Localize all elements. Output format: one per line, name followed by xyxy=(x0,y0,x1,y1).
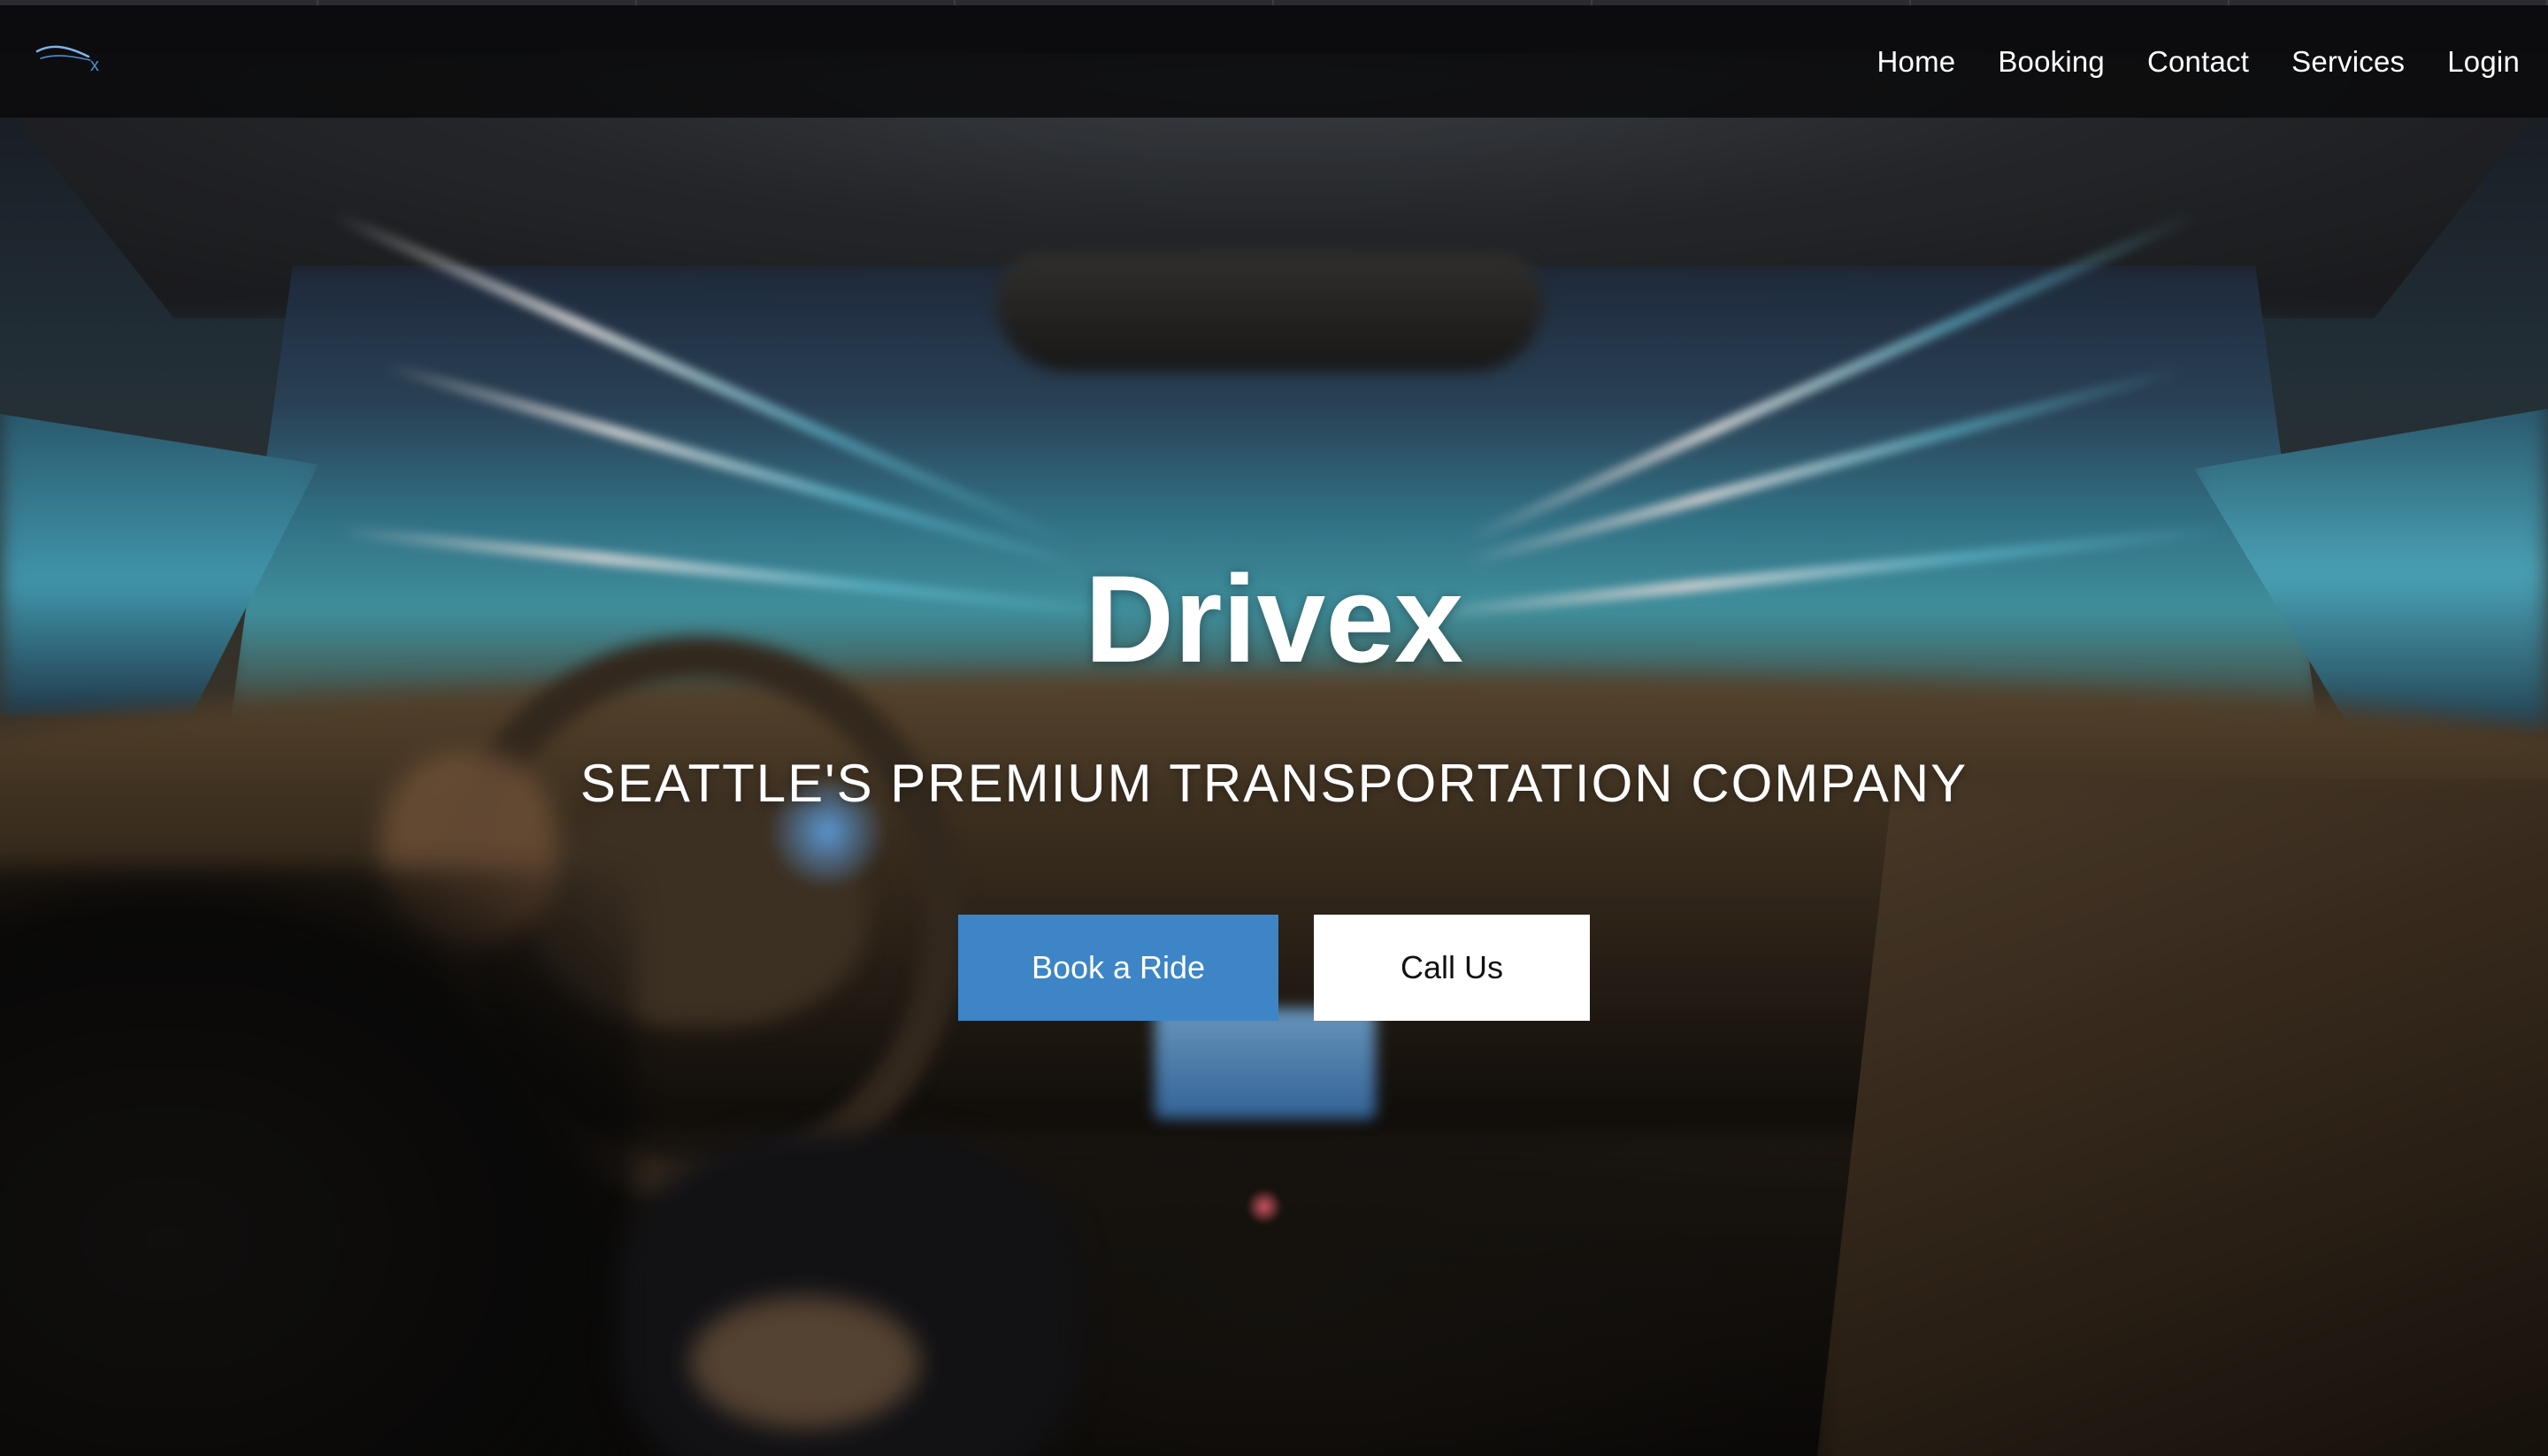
call-us-button[interactable]: Call Us xyxy=(1314,915,1590,1021)
hero-buttons: Book a Ride Call Us xyxy=(0,915,2548,1021)
book-a-ride-button[interactable]: Book a Ride xyxy=(958,915,1278,1021)
svg-text:x: x xyxy=(90,56,99,75)
hero-title: Drivex xyxy=(1084,549,1464,688)
hero-overlay xyxy=(0,0,2548,1456)
page: x Home Booking Contact Services Login Dr… xyxy=(0,0,2548,1456)
hero-background-image xyxy=(0,0,2548,1456)
nav-booking-link[interactable]: Booking xyxy=(1998,45,2105,78)
nav-home-link[interactable]: Home xyxy=(1876,45,1955,78)
nav-menu: Home Booking Contact Services Login xyxy=(1834,5,2520,118)
nav-contact-link[interactable]: Contact xyxy=(2147,45,2249,78)
nav-login-link[interactable]: Login xyxy=(2447,45,2520,78)
hero-subtitle: SEATTLE'S PREMIUM TRANSPORTATION COMPANY xyxy=(579,754,1969,813)
drivex-swoosh-logo-icon: x xyxy=(35,45,99,75)
navbar: x Home Booking Contact Services Login xyxy=(0,5,2548,118)
brand-logo[interactable]: x xyxy=(35,39,115,83)
nav-services-link[interactable]: Services xyxy=(2291,45,2405,78)
